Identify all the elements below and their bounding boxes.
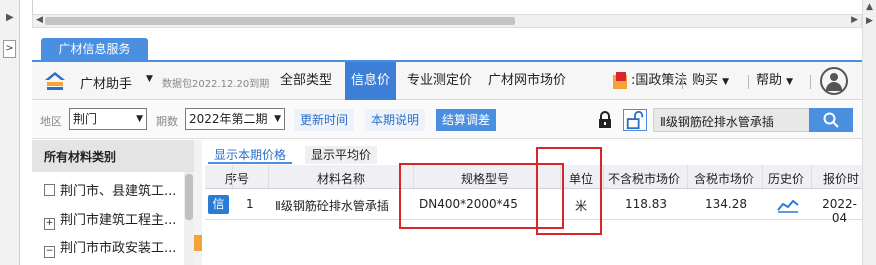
period-label: 期数 xyxy=(156,115,178,128)
category-scrollbar[interactable] xyxy=(184,172,194,265)
chevron-down-icon: ▼ xyxy=(274,114,281,124)
search-icon xyxy=(823,112,839,128)
lock-icon[interactable] xyxy=(597,111,613,129)
assistant-menu[interactable]: 广材助手 xyxy=(80,73,132,92)
filter-bar: 地区 荆门 ▼ 期数 2022年第二期 ▼ 更新时间 本期说明 结算调差 Ⅱ级钢… xyxy=(32,101,862,139)
cell-price-ex-tax: 118.83 xyxy=(625,197,667,211)
left-side-strip: ▶ > xyxy=(0,0,20,265)
scrollbar-thumb[interactable] xyxy=(45,17,515,25)
category-item[interactable]: 荆门市、县建筑工... xyxy=(44,180,176,199)
search-button[interactable] xyxy=(809,108,853,132)
search-value: Ⅱ级钢筋砼排水管承插 xyxy=(660,115,774,129)
chevron-down-icon: ▼ xyxy=(786,77,794,87)
search-input[interactable]: Ⅱ级钢筋砼排水管承插 xyxy=(653,108,853,132)
nav-policy[interactable]: :国政策法 xyxy=(631,62,687,100)
update-time-button[interactable]: 更新时间 xyxy=(294,109,355,131)
nav-buy[interactable]: 购买 ▼ xyxy=(692,62,729,100)
settlement-adjust-button[interactable]: 结算调差 xyxy=(436,109,497,131)
divider xyxy=(32,0,33,14)
category-panel: 所有材料类别 荆门市、县建筑工... + 荆门市建筑工程主... − 荆门市市政安装… xyxy=(32,140,202,265)
category-title: 所有材料类别 xyxy=(32,140,197,172)
policy-flag-icon xyxy=(613,72,627,89)
cell-index: 1 xyxy=(246,197,254,211)
region-value: 荆门 xyxy=(73,112,98,126)
divider xyxy=(748,75,749,89)
info-badge: 信 xyxy=(208,195,229,214)
expand-arrow-icon[interactable]: ▶ xyxy=(6,12,14,23)
scroll-right-icon[interactable]: ▶ xyxy=(866,16,873,26)
divider xyxy=(682,75,683,89)
unlock-icon[interactable] xyxy=(623,109,647,131)
chevron-down-icon: ▼ xyxy=(722,77,730,87)
tab-average-price[interactable]: 显示平均价 xyxy=(305,146,378,164)
scroll-up-icon[interactable]: ▲ xyxy=(866,2,873,12)
nav-policy-label: 国政策法 xyxy=(635,73,688,88)
cell-name: Ⅱ级钢筋砼排水管承插 xyxy=(275,199,389,213)
annotation-box-unit xyxy=(536,147,602,235)
period-select[interactable]: 2022年第二期 ▼ xyxy=(185,108,285,130)
chevron-down-icon: ▼ xyxy=(136,114,143,124)
region-select[interactable]: 荆门 ▼ xyxy=(69,108,147,130)
col-price-inc-tax: 含税市场价 xyxy=(694,172,755,186)
col-name: 材料名称 xyxy=(317,172,366,186)
col-index: 序号 xyxy=(225,172,250,186)
nav-help[interactable]: 帮助 ▼ xyxy=(756,62,793,100)
app-window: ▶ > ◀ ▶ 广材信息服务 广材助手 ▼ 数据包2022.12.20到期 全部… xyxy=(0,0,876,265)
horizontal-scrollbar[interactable]: ◀ ▶ xyxy=(32,14,862,28)
col-quote-date: 报价时 xyxy=(823,172,860,186)
vertical-scrollbar[interactable]: ▲ ▶ xyxy=(862,0,876,265)
nav-all-types[interactable]: 全部类型 xyxy=(280,62,332,100)
category-item[interactable]: + 荆门市建筑工程主... xyxy=(44,209,176,230)
collapse-minus-icon[interactable]: − xyxy=(44,246,55,258)
guangcai-logo-icon xyxy=(45,72,65,90)
main-toolbar: 广材助手 ▼ 数据包2022.12.20到期 全部类型 信息价 专业测定价 广材… xyxy=(32,62,862,100)
nav-info-price[interactable]: 信息价 xyxy=(345,62,397,100)
document-icon xyxy=(44,184,55,196)
expand-plus-icon[interactable]: + xyxy=(44,218,55,230)
collapse-toggle-button[interactable]: > xyxy=(3,40,16,58)
resize-grip-icon[interactable] xyxy=(194,235,202,251)
nav-help-label: 帮助 xyxy=(756,73,783,88)
region-label: 地区 xyxy=(40,115,62,128)
package-expiry-text: 数据包2022.12.20到期 xyxy=(162,79,270,90)
chevron-down-icon[interactable]: ▼ xyxy=(146,74,153,84)
tab-current-price[interactable]: 显示本期价格 xyxy=(208,146,293,164)
nav-buy-label: 购买 xyxy=(692,73,719,88)
user-avatar-icon[interactable] xyxy=(820,67,848,95)
panel-tab-info-service[interactable]: 广材信息服务 xyxy=(41,38,148,60)
nav-market-price[interactable]: 广材网市场价 xyxy=(488,62,566,100)
scroll-right-icon[interactable]: ▶ xyxy=(851,15,858,25)
period-notes-button[interactable]: 本期说明 xyxy=(365,109,426,131)
scroll-left-icon[interactable]: ◀ xyxy=(36,15,43,25)
col-price-ex-tax: 不含税市场价 xyxy=(608,172,681,186)
cell-price-inc-tax: 134.28 xyxy=(705,197,747,211)
nav-professional-price[interactable]: 专业测定价 xyxy=(407,62,472,100)
divider xyxy=(810,75,811,89)
col-history: 历史价 xyxy=(768,172,805,186)
cell-quote-date: 2022-04 xyxy=(822,197,857,225)
panel-resize-handle[interactable] xyxy=(194,140,202,265)
history-chart-icon[interactable] xyxy=(777,197,799,213)
period-value: 2022年第二期 xyxy=(189,112,268,126)
category-item[interactable]: − 荆门市市政安装工... xyxy=(44,237,176,258)
